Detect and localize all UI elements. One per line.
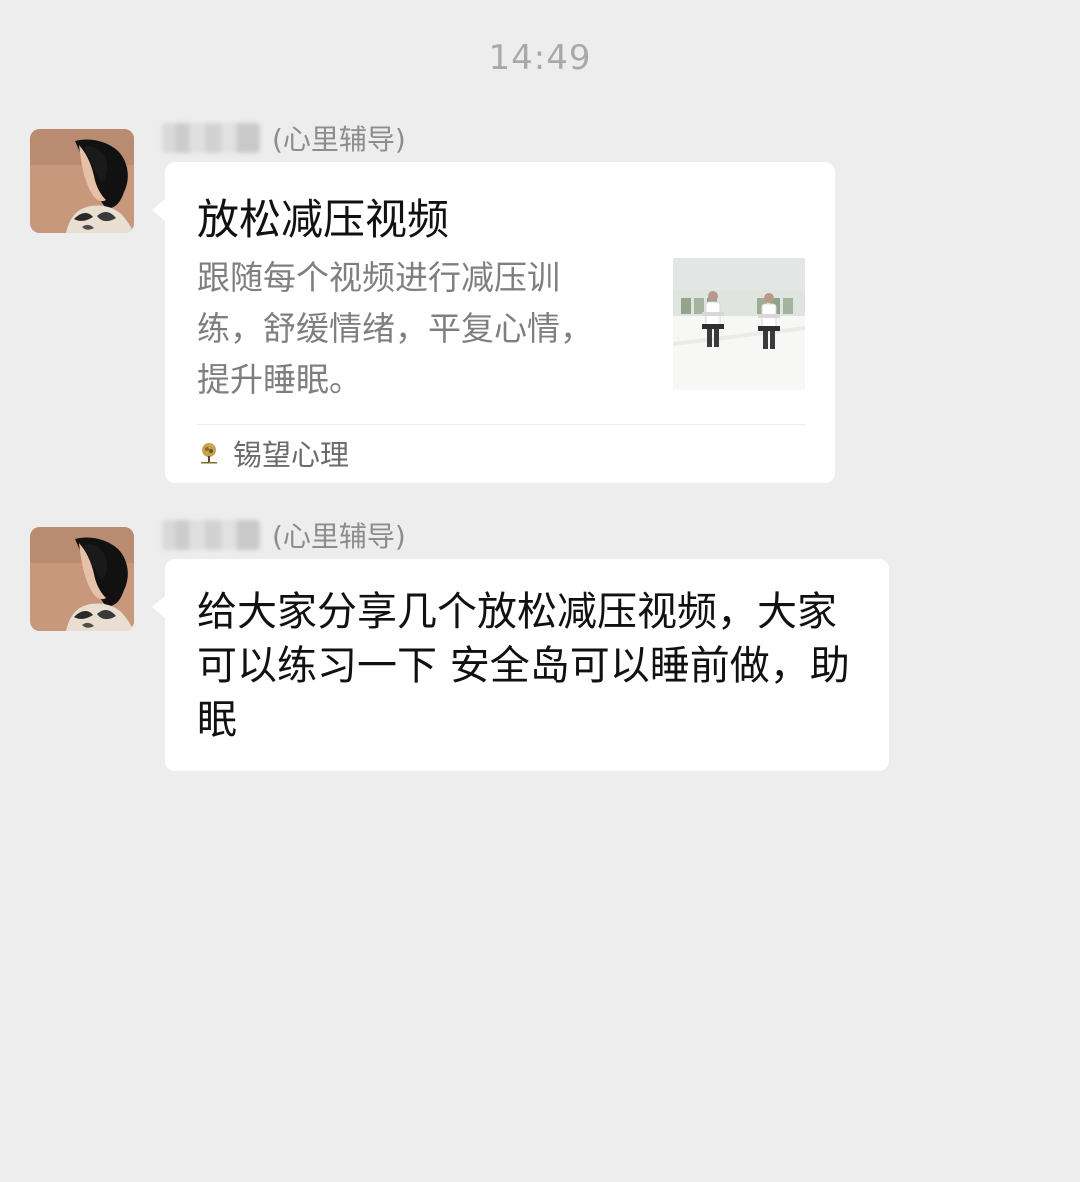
avatar-image [30,527,134,631]
sender-name-redacted [162,123,260,153]
card-thumbnail [673,258,805,390]
sender-tag: (心里辅导) [272,520,406,553]
sender-info: (心里辅导) [162,515,406,555]
card-source: 锡望心理 [197,432,349,474]
source-logo-icon [201,443,217,464]
source-name: 锡望心理 [233,438,350,472]
avatar[interactable] [30,129,134,233]
message-timestamp: 14:49 [488,38,592,78]
message-text: 给大家分享几个放松减压视频，大家可以练习一下 安全岛可以睡前做，助眠 [197,589,850,743]
sender-info: (心里辅导) [162,118,406,158]
video-thumbnail-image [673,258,805,390]
avatar[interactable] [30,527,134,631]
card-divider [197,424,805,425]
sender-tag: (心里辅导) [272,123,406,156]
avatar-image [30,129,134,233]
card-description: 跟随每个视频进行减压训练，舒缓情绪，平复心情，提升睡眠。 [197,258,593,399]
text-message-bubble[interactable]: 给大家分享几个放松减压视频，大家可以练习一下 安全岛可以睡前做，助眠 [152,559,889,771]
link-card[interactable]: 放松减压视频 跟随每个视频进行减压训练，舒缓情绪，平复心情，提升睡眠。 锡望心理 [152,162,835,483]
card-title: 放松减压视频 [197,195,450,244]
sender-name-redacted [162,520,260,550]
